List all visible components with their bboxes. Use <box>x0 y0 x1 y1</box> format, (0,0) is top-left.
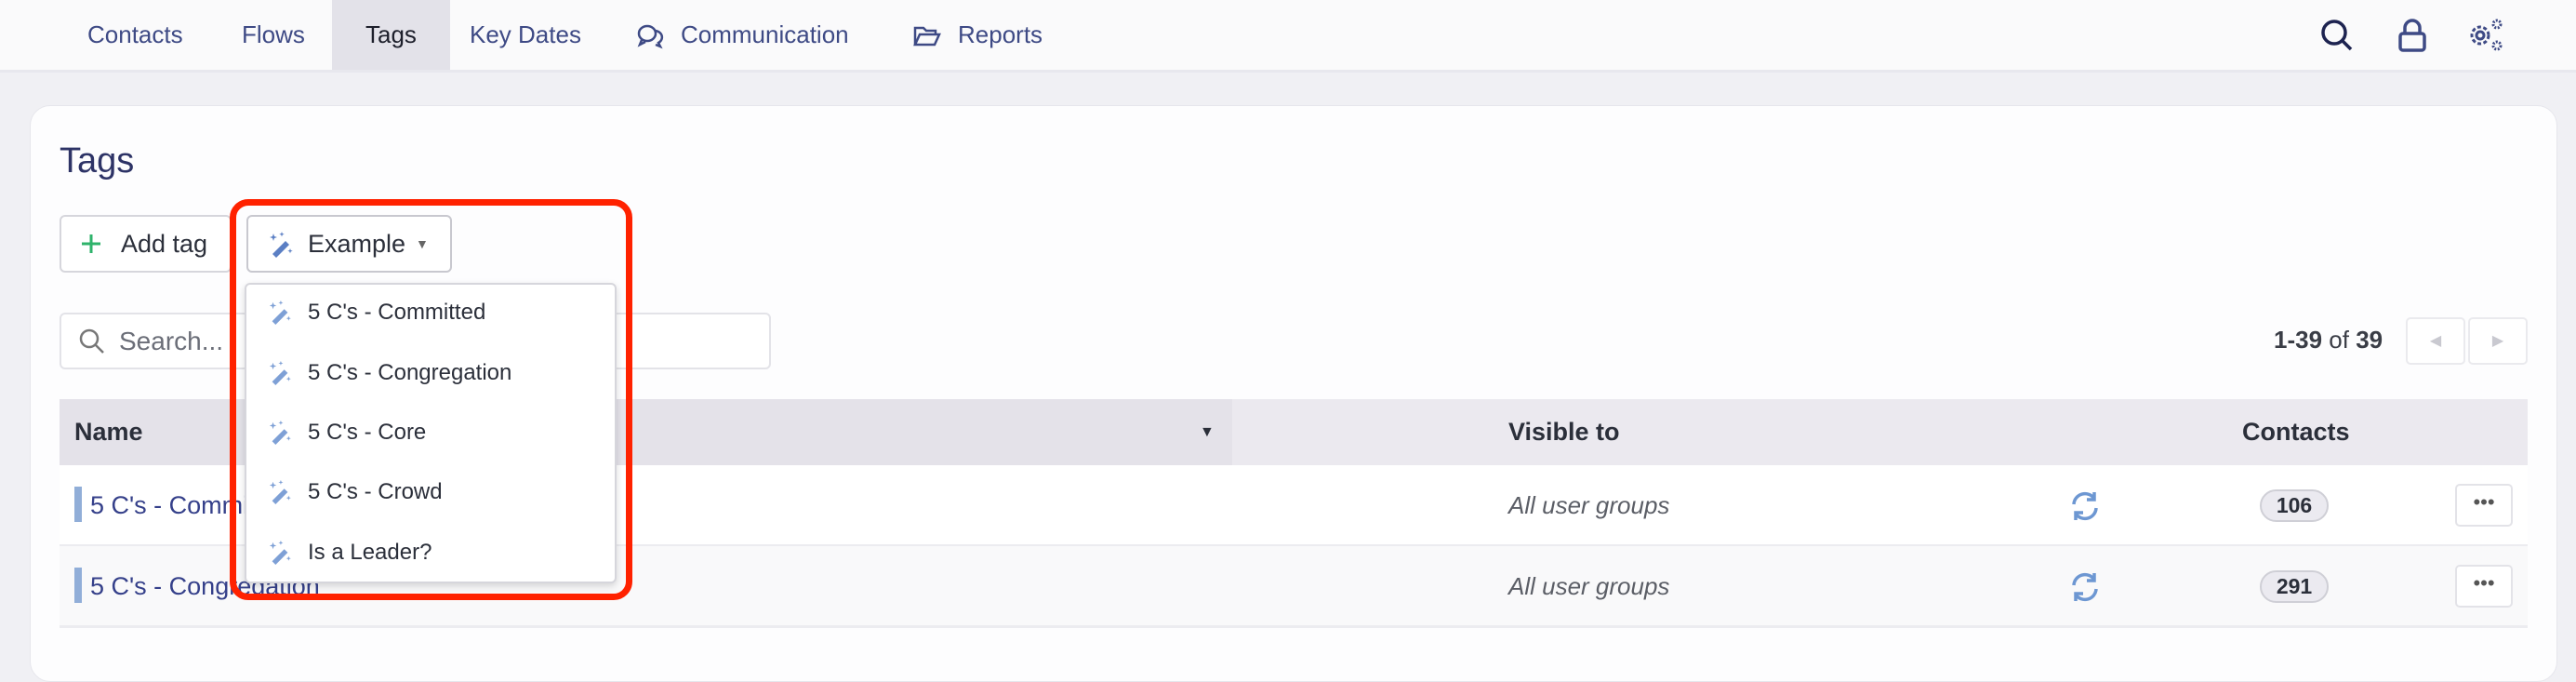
pagination-range: 1-39 <box>2274 326 2323 354</box>
folder-open-icon <box>913 26 941 47</box>
nav-contacts[interactable]: Contacts <box>87 0 183 70</box>
pagination-total: 39 <box>2356 326 2383 354</box>
header-visible-to: Visible to <box>1508 418 1620 446</box>
nav-reports-label: Reports <box>958 20 1043 48</box>
search-icon <box>79 328 104 354</box>
lock-icon[interactable] <box>2394 17 2431 54</box>
contacts-count-badge[interactable]: 106 <box>2260 489 2329 522</box>
sync-icon <box>2072 572 2098 602</box>
visible-to: All user groups <box>1508 572 1670 600</box>
chat-bubbles-icon <box>637 24 664 49</box>
add-tag-label: Add tag <box>121 230 208 258</box>
pagination-status: 1-39 of 39 <box>2274 326 2383 354</box>
gears-icon[interactable] <box>2466 17 2503 54</box>
visible-to: All user groups <box>1508 491 1670 519</box>
header-name[interactable]: Name <box>74 399 143 465</box>
tag-color-bar <box>74 568 82 603</box>
search-placeholder: Search... <box>119 327 224 355</box>
top-nav: Contacts Flows Tags Key Dates Communicat… <box>0 0 2576 73</box>
page-title: Tags <box>60 141 135 181</box>
nav-tags[interactable]: Tags <box>332 0 450 70</box>
nav-communication[interactable]: Communication <box>636 0 849 70</box>
sort-caret-icon[interactable]: ▼ <box>1200 399 1215 465</box>
prev-page-button[interactable]: ◀ <box>2406 317 2465 365</box>
add-tag-button[interactable]: Add tag <box>60 215 232 273</box>
nav-flows[interactable]: Flows <box>242 0 305 70</box>
sync-icon <box>2072 491 2098 521</box>
tag-color-bar <box>74 487 82 522</box>
plus-icon <box>82 234 100 253</box>
header-contacts: Contacts <box>2242 418 2350 446</box>
row-actions-button[interactable]: ••• <box>2455 565 2513 608</box>
nav-key-dates[interactable]: Key Dates <box>470 0 581 70</box>
contacts-count-badge[interactable]: 291 <box>2260 570 2329 603</box>
search-icon[interactable] <box>2318 17 2356 54</box>
pagination-of: of <box>2329 326 2349 354</box>
nav-communication-label: Communication <box>681 20 849 48</box>
next-page-button[interactable]: ▶ <box>2468 317 2528 365</box>
row-actions-button[interactable]: ••• <box>2455 484 2513 527</box>
highlight-box <box>230 199 632 600</box>
nav-reports[interactable]: Reports <box>913 0 1042 70</box>
